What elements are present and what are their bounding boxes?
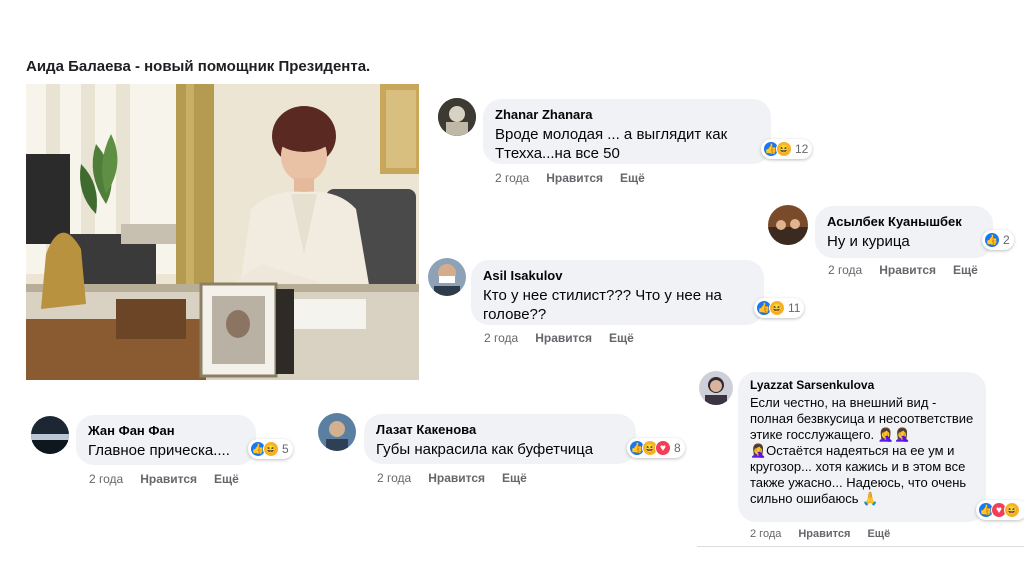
post-headline: Аида Балаева - новый помощник Президента…: [26, 58, 371, 75]
comment-time[interactable]: 2 года: [828, 263, 862, 277]
laughing-face-icon: 😆: [1004, 502, 1020, 518]
comment-author[interactable]: Асылбек Куанышбек: [827, 214, 981, 229]
comment-author[interactable]: Жан Фан Фан: [88, 423, 244, 438]
avatar[interactable]: [768, 205, 808, 245]
comment-text: Губы накрасила как буфетчица: [376, 441, 594, 458]
comment-text: Вроде молодая ... а выглядит как Ттехха.…: [495, 126, 728, 162]
like-icon: 👍: [984, 232, 1000, 248]
comment-text: Ну и курица: [827, 233, 910, 250]
comment-time[interactable]: 2 года: [89, 472, 123, 486]
like-link[interactable]: Нравится: [546, 171, 603, 185]
reactions-summary[interactable]: 👍 😆 5: [248, 439, 293, 459]
reaction-count: 2: [1003, 233, 1010, 247]
laughing-face-icon: 😆: [263, 441, 279, 457]
comment-actions: 2 года Нравится Ещё: [484, 331, 651, 345]
comment-text: Если честно, на внешний вид - полная без…: [750, 395, 974, 506]
comment-actions: 2 года Нравится Ещё: [828, 263, 995, 277]
like-link[interactable]: Нравится: [535, 331, 592, 345]
avatar[interactable]: [318, 413, 356, 451]
comment-actions: 2 года Нравится Ещё: [495, 171, 662, 185]
comment-time[interactable]: 2 года: [377, 471, 411, 485]
reactions-summary[interactable]: 👍 ♥ 😆: [976, 500, 1024, 520]
avatar[interactable]: [31, 416, 69, 454]
reaction-count: 12: [795, 142, 809, 156]
comment-actions: 2 года Нравится Ещё: [377, 471, 544, 485]
reactions-summary[interactable]: 👍 😆 11: [754, 298, 805, 318]
avatar[interactable]: [428, 258, 466, 296]
more-link[interactable]: Ещё: [609, 331, 634, 345]
laughing-face-icon: 😆: [776, 141, 792, 157]
comment-author[interactable]: Zhanar Zhanara: [495, 107, 759, 122]
post-photo[interactable]: [26, 84, 419, 380]
reaction-count: 5: [282, 442, 289, 456]
comment-actions: 2 года Нравится Ещё: [750, 528, 907, 540]
more-link[interactable]: Ещё: [214, 472, 239, 486]
avatar[interactable]: [438, 98, 476, 136]
more-link[interactable]: Ещё: [502, 471, 527, 485]
comment-text: Главное прическа....: [88, 442, 230, 459]
more-link[interactable]: Ещё: [953, 263, 978, 277]
laughing-face-icon: 😆: [769, 300, 785, 316]
comment-time[interactable]: 2 года: [495, 171, 529, 185]
like-link[interactable]: Нравится: [798, 528, 850, 540]
comment-text: Кто у нее стилист??? Что у нее на голове…: [483, 287, 722, 323]
comment-bubble: Лазат Какенова Губы накрасила как буфетч…: [364, 414, 636, 464]
like-link[interactable]: Нравится: [428, 471, 485, 485]
comment-actions: 2 года Нравится Ещё: [89, 472, 256, 486]
comment-bubble: Жан Фан Фан Главное прическа....: [76, 415, 256, 465]
comment-bubble: Asil Isakulov Кто у нее стилист??? Что у…: [471, 260, 764, 325]
heart-icon: ♥: [655, 440, 671, 456]
reactions-summary[interactable]: 👍 😆 12: [761, 139, 813, 159]
comment-bubble: Асылбек Куанышбек Ну и курица: [815, 206, 993, 258]
reaction-count: 8: [674, 441, 681, 455]
comment-bubble: Zhanar Zhanara Вроде молодая ... а выгля…: [483, 99, 771, 164]
divider: [697, 546, 1024, 547]
comment-time[interactable]: 2 года: [750, 528, 781, 540]
comment-bubble: Lyazzat Sarsenkulova Если честно, на вне…: [738, 372, 986, 522]
comment-author[interactable]: Asil Isakulov: [483, 268, 752, 283]
like-link[interactable]: Нравится: [879, 263, 936, 277]
reactions-summary[interactable]: 👍 😆 ♥ 8: [627, 438, 685, 458]
like-link[interactable]: Нравится: [140, 472, 197, 486]
more-link[interactable]: Ещё: [867, 528, 890, 540]
reactions-summary[interactable]: 👍 2: [982, 230, 1014, 250]
more-link[interactable]: Ещё: [620, 171, 645, 185]
comment-author[interactable]: Лазат Какенова: [376, 422, 624, 437]
avatar[interactable]: [699, 371, 733, 405]
comment-author[interactable]: Lyazzat Sarsenkulova: [750, 378, 974, 392]
reaction-count: 11: [788, 301, 801, 315]
comment-time[interactable]: 2 года: [484, 331, 518, 345]
